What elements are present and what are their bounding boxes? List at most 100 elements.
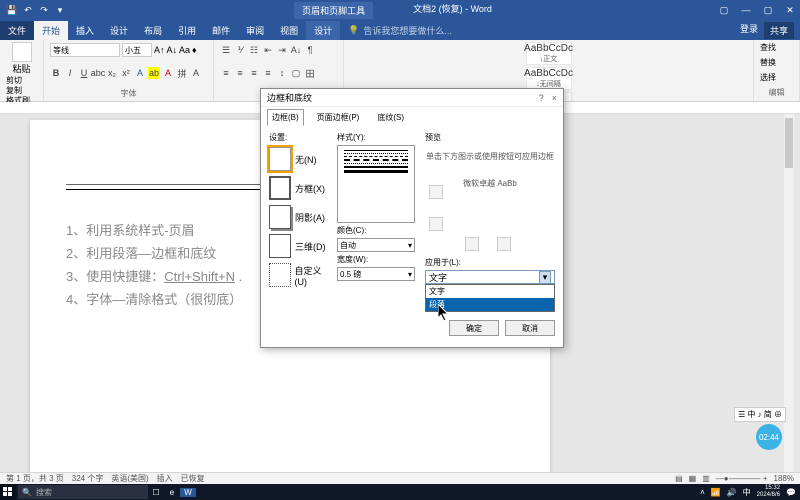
status-left[interactable]: 第 1 页，共 3 页 324 个字 英语(美国) 插入 已恢复: [6, 473, 205, 484]
replace-button[interactable]: 替换: [760, 57, 793, 69]
share-button[interactable]: 共享: [764, 22, 794, 39]
scrollbar-thumb[interactable]: [785, 118, 793, 168]
tab-home[interactable]: 开始: [34, 21, 68, 40]
dialog-tab-shading[interactable]: 底纹(S): [372, 109, 409, 126]
clear-format-icon[interactable]: ♦: [192, 45, 197, 55]
border-bottom-toggle[interactable]: [429, 217, 443, 231]
italic-icon[interactable]: I: [64, 67, 76, 79]
align-right-icon[interactable]: ≡: [248, 67, 260, 79]
border-right-toggle[interactable]: [497, 237, 511, 251]
setting-custom[interactable]: 自定义(U): [269, 262, 333, 288]
zoom-slider[interactable]: —●———— +: [716, 474, 768, 483]
text-effects-icon[interactable]: A: [134, 67, 146, 79]
show-marks-icon[interactable]: ¶: [304, 44, 316, 56]
copy-button[interactable]: 复制: [6, 86, 37, 96]
highlight-icon[interactable]: ab: [148, 67, 160, 79]
setting-none[interactable]: 无(N): [269, 146, 333, 172]
tab-mailings[interactable]: 邮件: [204, 21, 238, 40]
zoom-level[interactable]: 188%: [774, 474, 794, 483]
tab-review[interactable]: 审阅: [238, 21, 272, 40]
tab-insert[interactable]: 插入: [68, 21, 102, 40]
cancel-button[interactable]: 取消: [505, 320, 555, 336]
tab-layout[interactable]: 布局: [136, 21, 170, 40]
change-case-icon[interactable]: Aa: [179, 45, 190, 55]
setting-shadow[interactable]: 阴影(A): [269, 204, 333, 230]
taskbar-search[interactable]: 🔍搜索: [18, 485, 148, 499]
tab-design[interactable]: 设计: [102, 21, 136, 40]
underline-icon[interactable]: U: [78, 67, 90, 79]
font-name-combo[interactable]: 等线: [50, 43, 120, 57]
ribbon-options-icon[interactable]: ▢: [714, 5, 734, 16]
edge-icon[interactable]: e: [164, 488, 180, 497]
taskbar-clock[interactable]: 15:32 2024/8/6: [757, 485, 780, 499]
save-icon[interactable]: 💾: [6, 4, 18, 16]
ok-button[interactable]: 确定: [449, 320, 499, 336]
style-nospacing[interactable]: AaBbCcDc↓无间隔: [526, 67, 572, 90]
align-left-icon[interactable]: ≡: [220, 67, 232, 79]
minimize-icon[interactable]: —: [736, 5, 756, 16]
numbering-icon[interactable]: ⅟: [234, 44, 246, 56]
task-view-icon[interactable]: ☐: [148, 488, 164, 497]
select-button[interactable]: 选择: [760, 72, 793, 84]
width-combo[interactable]: 0.5 磅▾: [337, 267, 415, 281]
view-print-icon[interactable]: ▤: [675, 474, 683, 483]
login-link[interactable]: 登录: [740, 22, 758, 39]
tray-ime-icon[interactable]: 中: [743, 487, 751, 498]
start-button[interactable]: [0, 484, 16, 500]
cut-button[interactable]: 剪切: [6, 76, 37, 86]
redo-icon[interactable]: ↷: [38, 4, 50, 16]
tray-volume-icon[interactable]: 🔊: [727, 488, 737, 497]
dialog-close-icon[interactable]: ×: [552, 93, 557, 103]
superscript-icon[interactable]: x²: [120, 67, 132, 79]
dialog-help-icon[interactable]: ?: [539, 93, 544, 103]
tab-context-design[interactable]: 设计: [306, 21, 340, 40]
paste-button[interactable]: 粘贴: [6, 42, 37, 75]
close-icon[interactable]: ✕: [780, 5, 800, 16]
style-normal[interactable]: AaBbCcDc↓正文: [526, 42, 572, 65]
ime-toolbar[interactable]: ☰中 ♪ 简 ⊕: [734, 407, 786, 422]
decrease-indent-icon[interactable]: ⇤: [262, 44, 274, 56]
bold-icon[interactable]: B: [50, 67, 62, 79]
word-taskbar-icon[interactable]: W: [180, 488, 196, 497]
tray-network-icon[interactable]: 📶: [711, 488, 721, 497]
line-spacing-icon[interactable]: ↕: [276, 67, 288, 79]
line-style-list[interactable]: [337, 145, 415, 223]
view-web-icon[interactable]: ▥: [702, 474, 710, 483]
justify-icon[interactable]: ≡: [262, 67, 274, 79]
tab-view[interactable]: 视图: [272, 21, 306, 40]
tray-up-icon[interactable]: ˄: [700, 488, 705, 497]
grow-font-icon[interactable]: A↑: [154, 45, 165, 55]
border-left-toggle[interactable]: [465, 237, 479, 251]
notifications-icon[interactable]: 💬: [786, 488, 796, 497]
char-border-icon[interactable]: A: [190, 67, 202, 79]
align-center-icon[interactable]: ≡: [234, 67, 246, 79]
phonetic-icon[interactable]: 拼: [176, 67, 188, 79]
apply-opt-text[interactable]: 文字: [426, 285, 554, 298]
setting-3d[interactable]: 三维(D): [269, 233, 333, 259]
subscript-icon[interactable]: x₂: [106, 67, 118, 79]
tab-file[interactable]: 文件: [0, 21, 34, 40]
setting-box[interactable]: 方框(X): [269, 175, 333, 201]
dialog-tab-border[interactable]: 边框(B): [267, 109, 304, 126]
tell-me-input[interactable]: 告诉我您想要做什么...: [363, 24, 452, 37]
apply-opt-paragraph[interactable]: 段落: [426, 298, 554, 311]
find-button[interactable]: 查找: [760, 42, 793, 54]
font-color-icon[interactable]: A: [162, 67, 174, 79]
dialog-tab-page-border[interactable]: 页面边框(P): [312, 109, 365, 126]
multilevel-icon[interactable]: ☷: [248, 44, 260, 56]
shading-icon[interactable]: ▢: [290, 67, 302, 79]
color-combo[interactable]: 自动▾: [337, 238, 415, 252]
border-top-toggle[interactable]: [429, 185, 443, 199]
increase-indent-icon[interactable]: ⇥: [276, 44, 288, 56]
bullets-icon[interactable]: ☰: [220, 44, 232, 56]
undo-icon[interactable]: ↶: [22, 4, 34, 16]
font-size-combo[interactable]: 小五: [122, 43, 152, 57]
qat-more-icon[interactable]: ▾: [54, 4, 66, 16]
tab-references[interactable]: 引用: [170, 21, 204, 40]
view-read-icon[interactable]: ▦: [689, 474, 697, 483]
shrink-font-icon[interactable]: A↓: [167, 45, 178, 55]
borders-icon[interactable]: 田: [304, 67, 316, 79]
strike-icon[interactable]: abc: [92, 67, 104, 79]
apply-to-combo[interactable]: 文字▾: [425, 270, 555, 284]
sort-icon[interactable]: A↓: [290, 44, 302, 56]
